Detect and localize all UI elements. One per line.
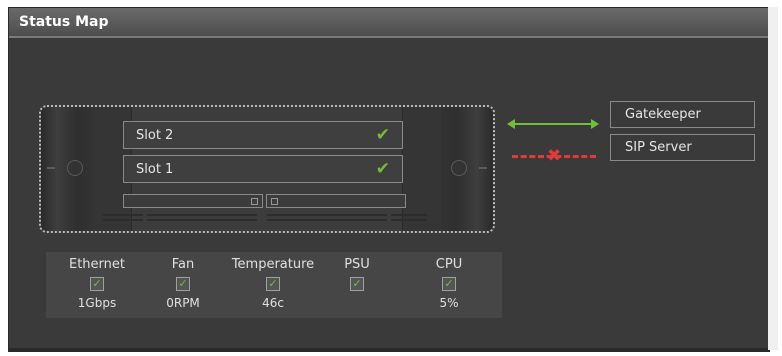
checkbox-icon: ✓ xyxy=(266,277,280,291)
ear-tick xyxy=(479,167,487,169)
scrollbar[interactable] xyxy=(768,7,778,350)
vent xyxy=(391,219,427,221)
arrow-right-icon xyxy=(591,119,599,129)
slot-label: Slot 2 xyxy=(136,128,174,143)
gatekeeper-endpoint[interactable]: Gatekeeper xyxy=(610,101,755,128)
sip-server-endpoint[interactable]: SIP Server xyxy=(610,134,755,161)
gatekeeper-connection-line xyxy=(512,123,592,125)
slot-label: Slot 1 xyxy=(136,162,174,177)
vent xyxy=(103,214,143,216)
status-label: Fan xyxy=(171,257,195,272)
status-label: Ethernet xyxy=(69,257,125,272)
server-chassis: Slot 2 ✔ Slot 1 ✔ xyxy=(39,105,495,233)
checkmark-icon: ✔ xyxy=(375,159,390,179)
vent xyxy=(103,219,143,221)
chassis-ear-left xyxy=(41,107,93,231)
panel-bottom-border xyxy=(9,348,769,351)
status-strip: Ethernet ✓ 1Gbps Fan ✓ 0RPM Temperature … xyxy=(46,252,502,318)
vent xyxy=(267,214,387,216)
status-value: 5% xyxy=(439,296,459,310)
status-value: 46c xyxy=(262,296,284,310)
status-value: 0RPM xyxy=(166,296,200,310)
ear-tick xyxy=(47,167,55,169)
x-icon: ✖ xyxy=(547,146,562,166)
slot-1[interactable]: Slot 1 ✔ xyxy=(123,155,403,183)
left-knob-icon xyxy=(67,160,83,176)
right-knob-icon xyxy=(451,160,467,176)
status-ethernet: Ethernet ✓ 1Gbps xyxy=(56,252,138,310)
status-value: 1Gbps xyxy=(77,296,117,310)
vent xyxy=(147,219,257,221)
status-fan: Fan ✓ 0RPM xyxy=(158,252,208,310)
status-temperature: Temperature ✓ 46c xyxy=(228,252,318,310)
status-psu: PSU ✓ xyxy=(334,252,380,296)
status-cpu: CPU ✓ 5% xyxy=(424,252,474,310)
status-map-panel: Status Map Slot 2 ✔ Slot 1 ✔ Gatekeeper … xyxy=(8,7,770,352)
vent xyxy=(267,219,387,221)
drive-led-icon xyxy=(271,198,278,205)
vent xyxy=(391,214,427,216)
checkbox-icon: ✓ xyxy=(442,277,456,291)
status-label: PSU xyxy=(344,257,370,272)
vent xyxy=(147,214,257,216)
right-bay xyxy=(402,107,441,231)
status-label: CPU xyxy=(435,257,463,272)
slot-2[interactable]: Slot 2 ✔ xyxy=(123,121,403,149)
checkmark-icon: ✔ xyxy=(375,125,390,145)
chassis-ear-right xyxy=(441,107,493,231)
drive-bay-2 xyxy=(266,194,406,208)
checkbox-icon: ✓ xyxy=(350,277,364,291)
checkbox-icon: ✓ xyxy=(90,277,104,291)
checkbox-icon: ✓ xyxy=(176,277,190,291)
drive-led-icon xyxy=(251,198,258,205)
status-label: Temperature xyxy=(231,257,315,272)
drive-bay-1 xyxy=(123,194,263,208)
panel-title: Status Map xyxy=(9,8,769,38)
